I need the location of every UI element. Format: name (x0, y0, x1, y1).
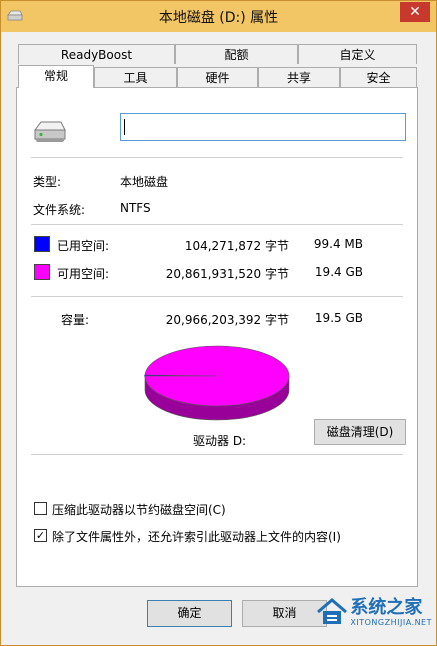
free-space-label: 可用空间: (57, 267, 110, 281)
filesystem-value: NTFS (120, 201, 151, 215)
used-space-swatch (34, 236, 50, 252)
text-caret (124, 119, 125, 135)
tab-general[interactable]: 常规 (18, 65, 94, 88)
close-button[interactable]: ✕ (400, 2, 430, 22)
index-checkbox[interactable]: ✓ (34, 529, 47, 542)
free-space-bytes: 20,861,931,520 字节 (165, 267, 289, 281)
drive-label: 驱动器 D: (193, 434, 247, 448)
disk-usage-pie-chart (144, 345, 290, 421)
ok-button[interactable]: 确定 (147, 600, 232, 627)
watermark: 系统之家 XITONGZHIJIA.NET (317, 597, 432, 627)
tab-customize[interactable]: 自定义 (298, 44, 417, 64)
compress-checkbox-label[interactable]: 压缩此驱动器以节约磁盘空间(C) (52, 501, 226, 518)
tab-readyboost[interactable]: ReadyBoost (18, 44, 175, 64)
house-logo-icon (317, 598, 348, 624)
pie-slice-free (144, 345, 290, 407)
used-space-size: 99.4 MB (313, 237, 363, 251)
separator (31, 296, 403, 297)
general-panel: 类型: 本地磁盘 文件系统: NTFS 已用空间: 104,271,872 字节… (16, 87, 418, 587)
disk-cleanup-button[interactable]: 磁盘清理(D) (314, 419, 406, 445)
separator (31, 224, 403, 225)
tab-security[interactable]: 安全 (340, 67, 417, 87)
tab-hardware[interactable]: 硬件 (177, 67, 258, 87)
hard-drive-icon (34, 121, 66, 142)
separator (31, 157, 403, 158)
close-icon: ✕ (409, 4, 421, 20)
used-space-bytes: 104,271,872 字节 (184, 239, 289, 253)
title-bar: 本地磁盘 (D:) 属性 ✕ (1, 1, 436, 32)
type-label: 类型: (33, 175, 62, 189)
tab-sharing[interactable]: 共享 (258, 67, 340, 87)
capacity-label: 容量: (61, 313, 90, 327)
watermark-url: XITONGZHIJIA.NET (350, 618, 432, 627)
properties-window: 本地磁盘 (D:) 属性 ✕ ReadyBoost 配额 自定义 常规 工具 硬… (0, 0, 437, 646)
used-space-label: 已用空间: (57, 239, 110, 253)
tab-tools[interactable]: 工具 (94, 67, 177, 87)
drive-name-input[interactable] (120, 113, 406, 141)
separator (31, 454, 403, 455)
filesystem-label: 文件系统: (33, 203, 86, 217)
capacity-size: 19.5 GB (314, 311, 363, 325)
free-space-swatch (34, 264, 50, 280)
tab-quota[interactable]: 配额 (175, 44, 298, 64)
index-checkbox-label[interactable]: 除了文件属性外，还允许索引此驱动器上文件的内容(I) (52, 528, 341, 545)
watermark-brand: 系统之家 (350, 597, 423, 618)
compress-checkbox[interactable] (34, 502, 47, 515)
window-title: 本地磁盘 (D:) 属性 (158, 10, 279, 26)
capacity-bytes: 20,966,203,392 字节 (165, 313, 289, 327)
type-value: 本地磁盘 (120, 175, 169, 189)
free-space-size: 19.4 GB (314, 265, 363, 279)
